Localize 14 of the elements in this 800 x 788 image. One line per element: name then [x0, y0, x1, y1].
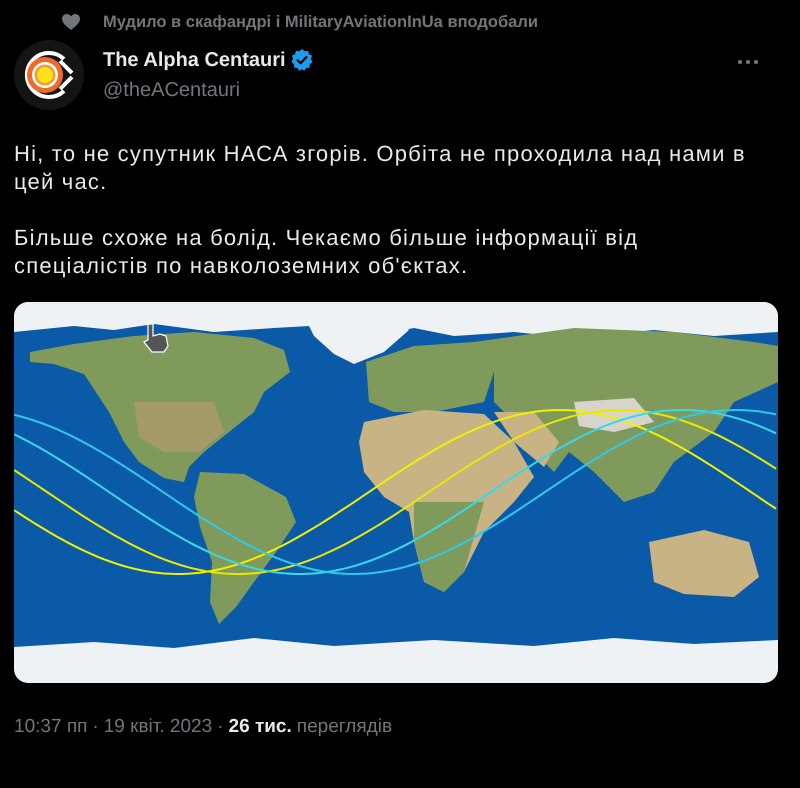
author-name[interactable]: The Alpha Centauri: [103, 45, 286, 75]
tweet-text: Більше схоже на болід. Чекаємо більше інформації від спеціалістів по навколоземних об'єктах.: [14, 224, 640, 280]
separator-dot: ·: [92, 715, 99, 739]
views-label: переглядів: [296, 715, 392, 739]
liked-by-text: Мудило в скафандрі і MilitaryAviationInUa вподобали: [103, 12, 538, 33]
heart-icon: [62, 14, 80, 30]
footer-date[interactable]: 19 квіт. 2023: [104, 713, 212, 742]
more-icon: [738, 60, 758, 64]
footer-time[interactable]: 10:37 пп: [14, 713, 88, 742]
views-count: 26 тис.: [228, 715, 292, 739]
tweet-text: Ні, то не супутник НАСА згорів. Орбіта не проходила над нами в цей час.: [14, 140, 747, 196]
author-handle[interactable]: @theACentauri: [103, 75, 313, 105]
separator-dot: ·: [217, 715, 224, 739]
avatar-icon[interactable]: [14, 40, 84, 110]
